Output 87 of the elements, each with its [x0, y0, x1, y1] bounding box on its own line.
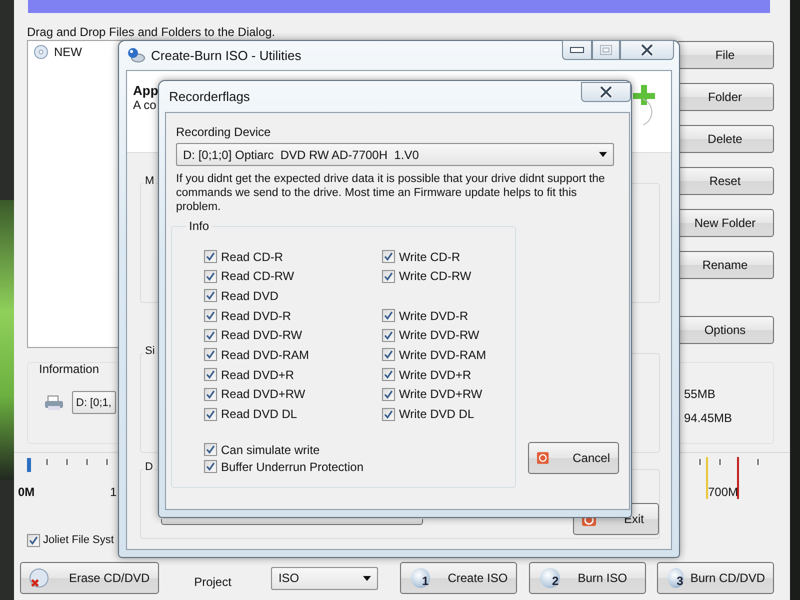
checkbox[interactable]	[204, 460, 217, 474]
checkbox[interactable]	[27, 534, 40, 546]
checkbox[interactable]	[204, 289, 217, 302]
group-title: Si	[143, 345, 157, 357]
checkbox-label: Write CD-RW	[399, 269, 472, 284]
checkbox-label: Joliet File Syst	[43, 534, 114, 546]
recording-device-dropdown[interactable]: D: [0;1;0] Optiarc DVD RW AD-7700H 1.V0	[176, 143, 614, 166]
step-button[interactable]: 2 Burn ISO	[528, 562, 646, 594]
close-button[interactable]	[620, 40, 674, 60]
checkbox-label: Write DVD+R	[399, 368, 472, 382]
checkbox-label: Read DVD+RW	[221, 387, 306, 402]
step-number-badge: 1	[410, 568, 430, 588]
checkbox[interactable]	[382, 328, 395, 342]
heading: App	[133, 83, 158, 98]
checkbox-label: Read DVD+R	[221, 368, 294, 382]
maximize-icon	[600, 45, 612, 55]
checkbox[interactable]	[204, 388, 217, 401]
group-title: D	[143, 461, 155, 473]
close-icon	[599, 86, 613, 98]
project-label: Project	[194, 575, 232, 589]
step-number-badge: 3	[668, 568, 684, 588]
size-value: 55MB	[684, 387, 716, 401]
erase-disc-icon	[29, 568, 49, 588]
checkbox-label: Read DVD-RW	[221, 328, 302, 342]
checkbox-label: Read CD-R	[221, 250, 284, 264]
scale-label: 1	[110, 485, 117, 499]
checkbox-label: Write DVD DL	[399, 407, 474, 421]
checkbox[interactable]	[204, 348, 217, 362]
checkbox-label: Read DVD	[221, 288, 278, 303]
checkbox[interactable]	[204, 309, 217, 322]
checkbox[interactable]	[204, 368, 217, 382]
checkbox-label: Can simulate write	[221, 442, 320, 457]
disc-icon	[34, 45, 48, 59]
cancel-icon	[537, 450, 549, 466]
checkbox[interactable]	[382, 309, 395, 322]
project-dropdown[interactable]: ISO	[271, 566, 378, 590]
close-icon	[640, 44, 654, 56]
group-title: Information	[38, 362, 100, 376]
checkbox-label: Write CD-R	[399, 250, 460, 264]
checkbox-label: Write DVD-RAM	[399, 348, 486, 362]
checkbox[interactable]	[204, 270, 217, 283]
app-icon	[127, 47, 145, 63]
device-dropdown[interactable]: D: [0;1,	[72, 391, 116, 414]
note-text: If you didnt get the expected drive data it is possible that your drive didnt support the commands we send to the drive. Most time an Firmware update helps to fit this problem.	[176, 172, 606, 214]
checkbox-label: Write DVD+RW	[399, 387, 482, 402]
checkbox-label: Buffer Underrun Protection	[221, 460, 364, 474]
checkbox[interactable]	[204, 250, 217, 263]
scale-label: 700M	[708, 485, 738, 499]
close-button[interactable]	[581, 82, 631, 102]
checkbox-label: Write DVD-R	[399, 308, 468, 323]
tree-item[interactable]: NEW	[54, 45, 82, 59]
instruction-text: Drag and Drop Files and Folders to the Dialog.	[27, 24, 276, 40]
capacity-limit-drawing	[699, 457, 759, 499]
checkbox[interactable]	[382, 408, 395, 420]
checkbox-label: Read CD-RW	[221, 269, 294, 284]
group-title: Info	[186, 219, 212, 233]
checkbox[interactable]	[382, 250, 395, 263]
description-text: A co	[133, 98, 156, 112]
group-title: M	[143, 175, 156, 187]
step-button[interactable]: 1 Create ISO	[400, 562, 517, 594]
checkbox-label: Read DVD DL	[221, 407, 298, 421]
cancel-button[interactable]: Cancel	[528, 442, 619, 474]
side-button[interactable]: File	[676, 41, 774, 69]
erase-button[interactable]: Erase CD/DVD	[20, 562, 160, 594]
field-label: Recording Device	[176, 125, 272, 139]
scale-label: 0M	[18, 485, 35, 499]
checkbox[interactable]	[382, 388, 395, 401]
printer-icon	[44, 394, 64, 410]
minimize-icon	[570, 47, 584, 53]
checkbox[interactable]	[382, 270, 395, 283]
checkbox[interactable]	[204, 328, 217, 342]
minimize-button[interactable]	[562, 40, 592, 60]
checkbox[interactable]	[204, 443, 217, 456]
checkbox[interactable]	[382, 348, 395, 362]
step-number-badge: 2	[540, 568, 560, 588]
dialog-title: Recorderflags	[169, 89, 250, 104]
checkbox-label: Write DVD-RW	[399, 328, 480, 342]
checkbox[interactable]	[382, 368, 395, 382]
window-title: Create-Burn ISO - Utilities	[151, 48, 302, 62]
step-button[interactable]: 3 Burn CD/DVD	[657, 562, 774, 594]
checkbox[interactable]	[204, 408, 217, 420]
checkbox-label: Read DVD-R	[221, 308, 292, 323]
caret-icon	[362, 576, 371, 580]
checkbox-label: Read DVD-RAM	[221, 348, 310, 362]
covered-button[interactable]	[161, 519, 423, 525]
add-icon	[633, 85, 655, 125]
size-value: 94.45MB	[684, 411, 732, 425]
